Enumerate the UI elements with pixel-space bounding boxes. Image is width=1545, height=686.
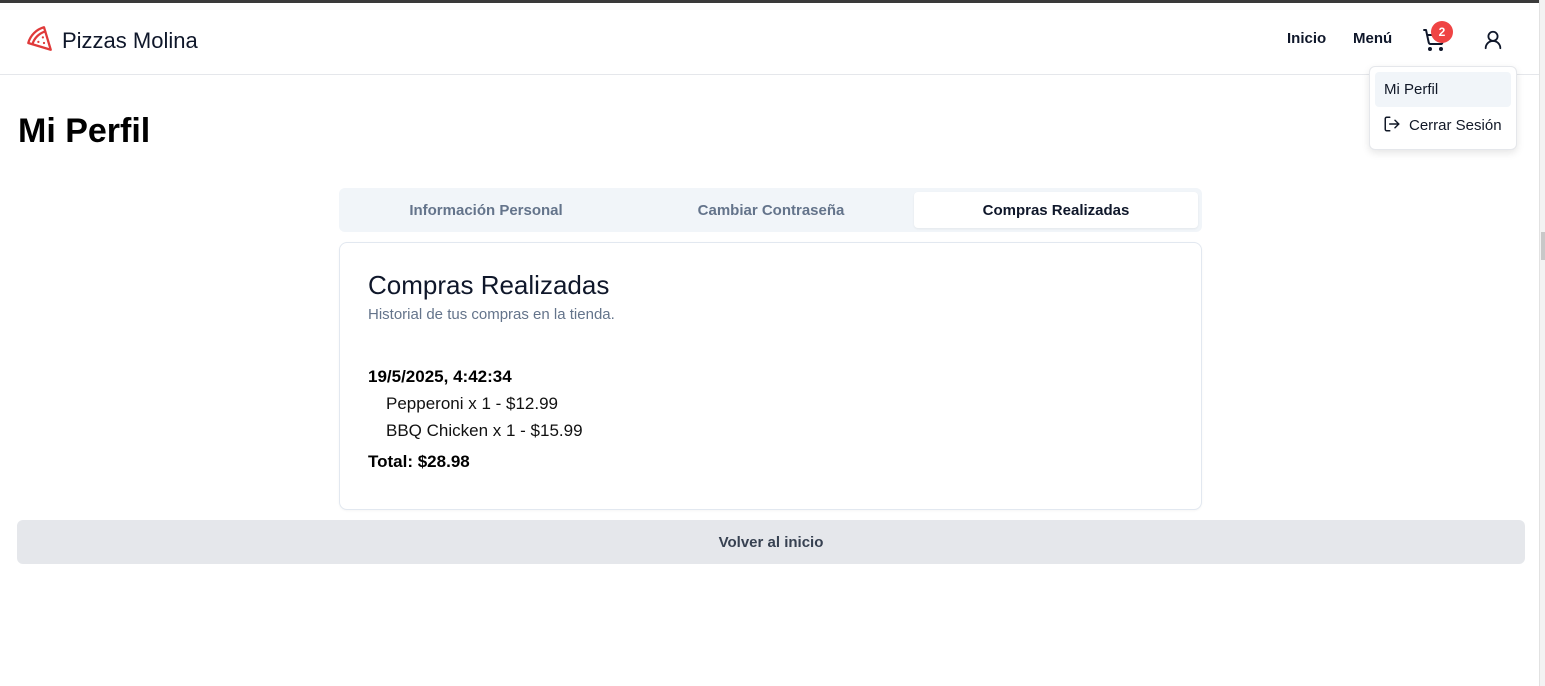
site-header: Pizzas Molina Inicio Menú 2 (0, 3, 1539, 75)
menu-item-logout-label: Cerrar Sesión (1409, 117, 1502, 134)
nav-link-home[interactable]: Inicio (1287, 30, 1326, 47)
purchases-subtitle: Historial de tus compras en la tienda. (368, 306, 615, 323)
user-icon (1482, 30, 1504, 56)
cart-count-badge: 2 (1431, 21, 1453, 43)
brand[interactable]: Pizzas Molina (26, 25, 198, 57)
scrollbar[interactable] (1539, 0, 1545, 686)
purchases-title: Compras Realizadas (368, 270, 610, 300)
brand-name: Pizzas Molina (62, 28, 198, 53)
order-item: BBQ Chicken x 1 - $15.99 (386, 421, 583, 440)
nav-link-menu[interactable]: Menú (1353, 30, 1392, 47)
profile-tabs: Información Personal Cambiar Contraseña … (339, 188, 1202, 232)
tab-change-password[interactable]: Cambiar Contraseña (629, 192, 913, 228)
back-home-button[interactable]: Volver al inicio (17, 520, 1525, 564)
menu-item-profile[interactable]: Mi Perfil (1375, 72, 1511, 107)
tab-purchases[interactable]: Compras Realizadas (914, 192, 1198, 228)
pizza-slice-icon (26, 25, 53, 57)
page-title: Mi Perfil (18, 112, 151, 150)
order-date: 19/5/2025, 4:42:34 (368, 367, 512, 386)
logout-icon (1383, 115, 1401, 137)
tab-personal-info[interactable]: Información Personal (343, 192, 629, 228)
order-item: Pepperoni x 1 - $12.99 (386, 394, 559, 413)
purchases-card: Compras Realizadas Historial de tus comp… (339, 242, 1202, 510)
order-total: Total: $28.98 (368, 452, 470, 471)
user-menu-button[interactable] (1482, 28, 1504, 57)
user-dropdown-menu: Mi Perfil Cerrar Sesión (1369, 66, 1517, 150)
scrollbar-thumb[interactable] (1541, 232, 1545, 260)
menu-item-logout[interactable]: Cerrar Sesión (1375, 108, 1511, 143)
menu-item-profile-label: Mi Perfil (1384, 81, 1439, 98)
